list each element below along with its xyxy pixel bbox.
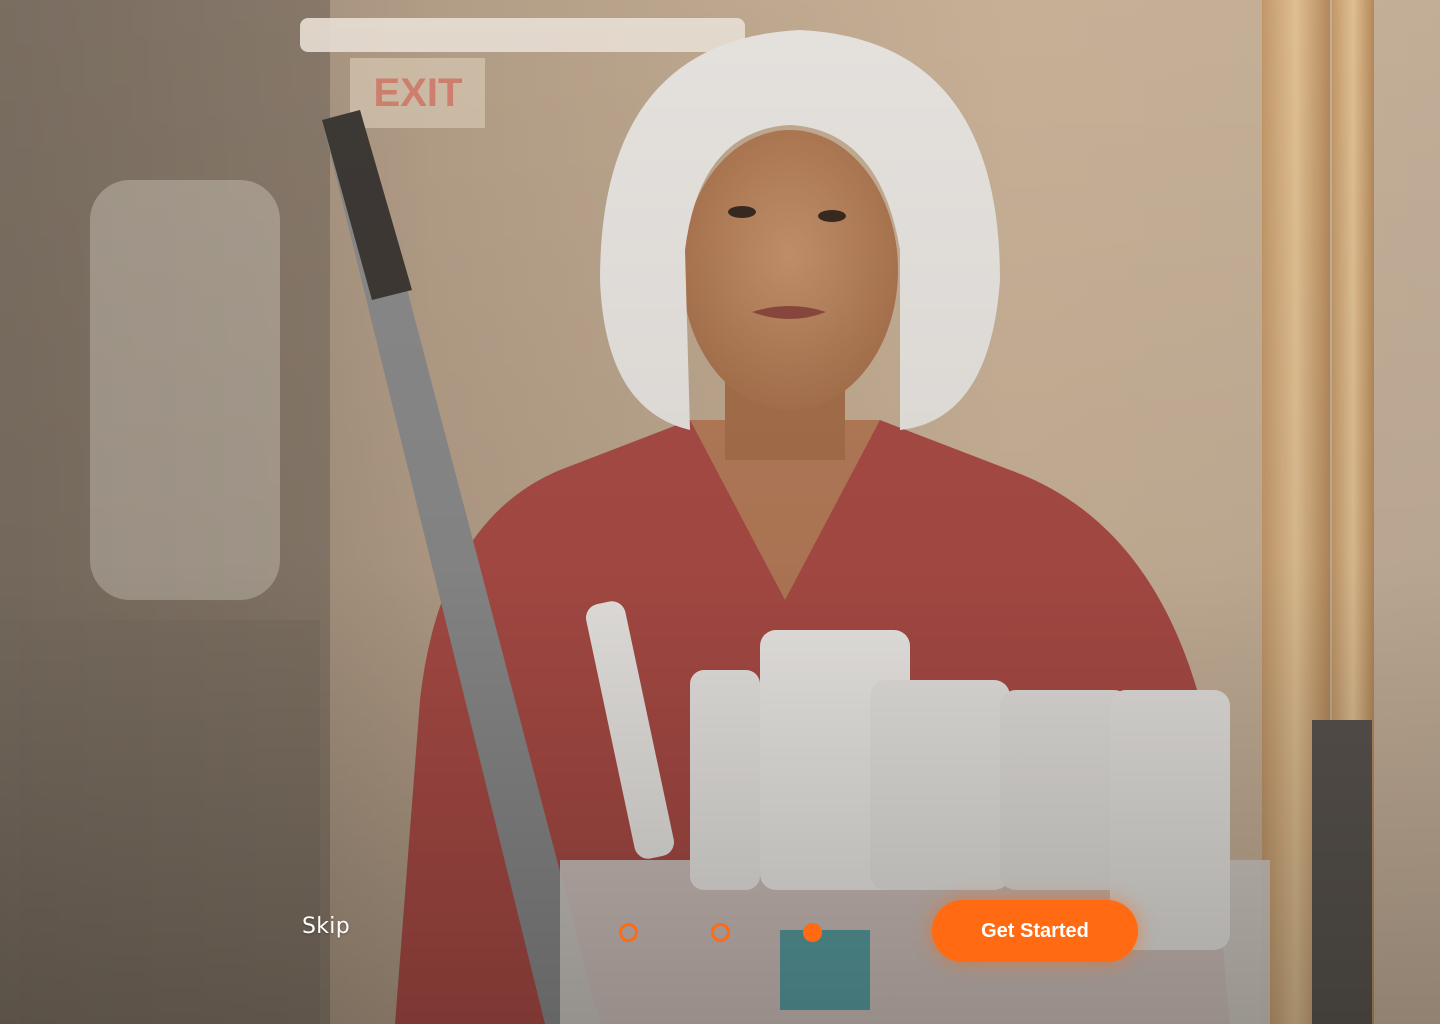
get-started-button[interactable]: Get Started xyxy=(932,900,1138,962)
onboarding-screen: EXIT Skip Get Start xyxy=(0,0,1440,1024)
dark-gradient-overlay xyxy=(0,0,1440,1024)
onboarding-controls: Skip Get Started xyxy=(0,900,1440,964)
skip-button[interactable]: Skip xyxy=(302,914,350,939)
pagination-dot-2[interactable] xyxy=(711,923,730,942)
pagination-dot-1[interactable] xyxy=(619,923,638,942)
pagination-dot-3-active[interactable] xyxy=(803,923,822,942)
